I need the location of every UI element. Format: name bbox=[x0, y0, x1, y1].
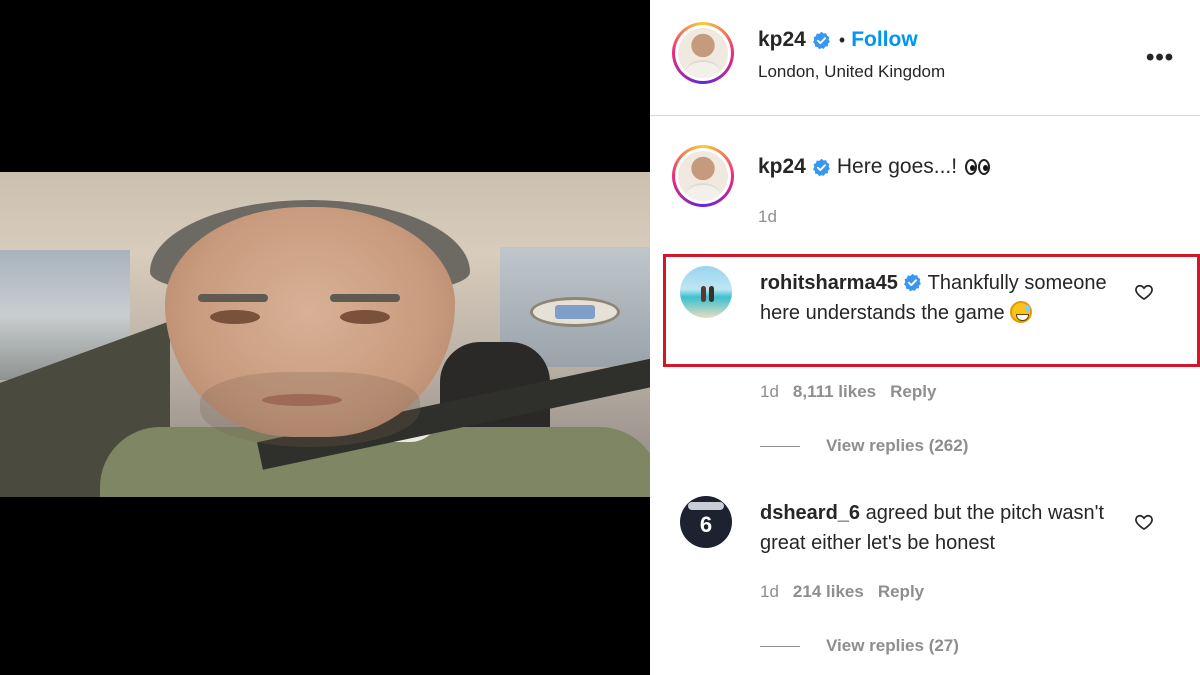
photo-brow-left bbox=[198, 294, 268, 302]
reply-button[interactable]: Reply bbox=[890, 382, 936, 402]
comment-timestamp: 1d bbox=[760, 582, 779, 601]
like-heart-icon[interactable] bbox=[1134, 512, 1154, 532]
like-heart-icon[interactable] bbox=[1134, 282, 1154, 302]
caption-timestamp: 1d bbox=[758, 207, 777, 226]
commenter-avatar[interactable] bbox=[680, 266, 732, 318]
photo-eye-left bbox=[210, 310, 260, 324]
author-avatar[interactable] bbox=[672, 22, 734, 84]
post-side-panel: kp24 • Follow London, United Kingdom •••… bbox=[650, 0, 1200, 675]
post-caption: kp24 Here goes...! bbox=[758, 155, 991, 179]
post-header: kp24 • Follow London, United Kingdom ••• bbox=[650, 0, 1200, 116]
photo-eye-right bbox=[340, 310, 390, 324]
replies-divider-line bbox=[760, 645, 800, 647]
caption-text: Here goes...! bbox=[836, 155, 958, 178]
view-replies-label: View replies (262) bbox=[826, 436, 969, 455]
post-location[interactable]: London, United Kingdom bbox=[758, 62, 945, 82]
view-replies-label: View replies (27) bbox=[826, 636, 959, 655]
view-replies-button[interactable]: View replies (27) bbox=[760, 636, 959, 656]
verified-badge-icon bbox=[812, 31, 830, 49]
comment-likes-count[interactable]: 8,111 likes bbox=[793, 382, 876, 402]
commenter-avatar[interactable]: 6 bbox=[680, 496, 732, 548]
more-options-icon[interactable]: ••• bbox=[1146, 44, 1174, 72]
caption-username[interactable]: kp24 bbox=[758, 155, 806, 179]
post-media-pane bbox=[0, 0, 650, 675]
header-separator: • bbox=[838, 29, 846, 50]
grinning-sweat-emoji-icon bbox=[1010, 301, 1033, 323]
commenter-username[interactable]: dsheard_6 bbox=[760, 502, 860, 524]
avatar-jersey-number: 6 bbox=[699, 512, 713, 537]
follow-button[interactable]: Follow bbox=[851, 28, 918, 52]
eyes-emoji-icon bbox=[965, 159, 991, 175]
photo-mouth bbox=[262, 394, 342, 406]
view-replies-button[interactable]: View replies (262) bbox=[760, 436, 968, 456]
author-row: kp24 • Follow bbox=[758, 28, 918, 52]
replies-divider-line bbox=[760, 445, 800, 447]
reply-button[interactable]: Reply bbox=[878, 582, 924, 602]
comment-text-block: dsheard_6 agreed but the pitch wasn't gr… bbox=[760, 498, 1120, 558]
post-photo[interactable] bbox=[0, 172, 650, 497]
comment-timestamp: 1d bbox=[760, 382, 779, 401]
comment-meta: 1d 214 likes Reply bbox=[760, 582, 924, 602]
photo-brow-right bbox=[330, 294, 400, 302]
verified-badge-icon bbox=[904, 273, 922, 292]
commenter-username[interactable]: rohitsharma45 bbox=[760, 272, 898, 294]
photo-car-light bbox=[530, 297, 620, 327]
photo-stubble bbox=[200, 372, 420, 447]
caption-author-avatar[interactable] bbox=[672, 145, 734, 207]
comment-meta: 1d 8,111 likes Reply bbox=[760, 382, 936, 402]
comment-text-block: rohitsharma45 Thankfully someone here un… bbox=[760, 268, 1120, 328]
verified-badge-icon bbox=[812, 158, 830, 176]
author-username[interactable]: kp24 bbox=[758, 28, 806, 52]
comment-likes-count[interactable]: 214 likes bbox=[793, 582, 864, 602]
